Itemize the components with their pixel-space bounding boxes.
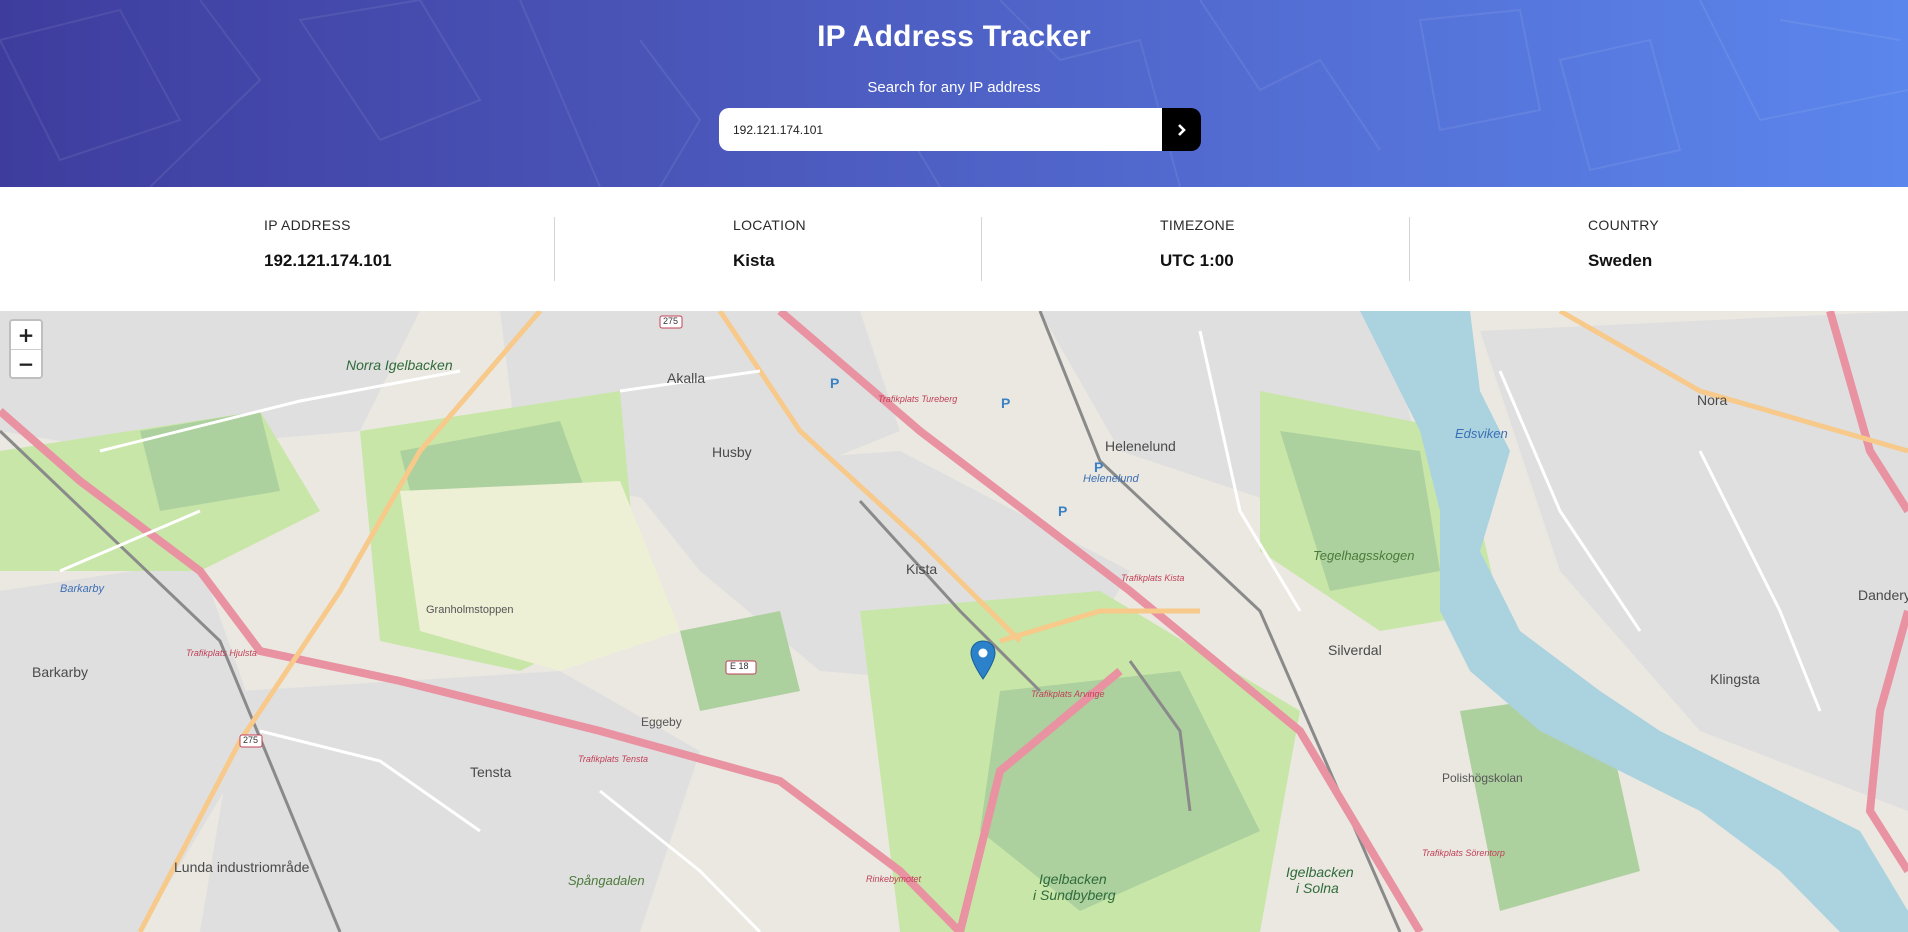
- map-label: Trafikplats Kista: [1121, 573, 1185, 583]
- map-label: i Sundbyberg: [1033, 887, 1116, 903]
- map-label: Edsviken: [1455, 426, 1508, 441]
- map-label: Eggeby: [641, 715, 682, 729]
- map-view[interactable]: P P P P Akalla Husby Kista Helenelund He…: [0, 311, 1908, 932]
- timezone-section: TIMEZONE UTC 1:00: [1160, 217, 1235, 271]
- map-label: Tensta: [470, 764, 512, 780]
- page-subtitle: Search for any IP address: [867, 79, 1041, 96]
- map-label: Trafikplats Tureberg: [878, 394, 958, 404]
- map-label: Nora: [1697, 392, 1728, 408]
- location-value: Kista: [733, 251, 775, 270]
- chevron-right-icon: [1177, 123, 1186, 136]
- map-label: Husby: [712, 444, 752, 460]
- map-label: Trafikplats Tensta: [578, 754, 649, 764]
- timezone-label: TIMEZONE: [1160, 217, 1235, 233]
- map-label: Polishögskolan: [1442, 771, 1523, 785]
- map-label: Barkarby: [60, 583, 105, 595]
- country-section: COUNTRY Sweden: [1588, 217, 1659, 271]
- zoom-in-button[interactable]: +: [11, 321, 41, 349]
- page-title: IP Address Tracker: [817, 20, 1091, 53]
- map-label: Granholmstoppen: [426, 604, 514, 616]
- map-label: i Solna: [1296, 880, 1339, 896]
- road-shield-label: 275: [663, 316, 679, 326]
- map-label: Trafikplats Arvinge: [1031, 689, 1105, 699]
- map-label: Barkarby: [32, 664, 89, 680]
- road-shield-label: E 18: [730, 661, 749, 671]
- map-label: Helenelund: [1083, 473, 1139, 485]
- search-form: [719, 108, 1201, 151]
- map-label: Silverdal: [1328, 642, 1382, 658]
- map-label: Akalla: [667, 370, 706, 386]
- map-label: Rinkebymotet: [866, 874, 922, 884]
- zoom-out-button[interactable]: −: [11, 349, 41, 377]
- header-banner: IP Address Tracker Search for any IP add…: [0, 0, 1908, 187]
- svg-text:P: P: [830, 375, 839, 391]
- svg-text:P: P: [1058, 503, 1067, 519]
- ip-info-panel: IP ADDRESS 192.121.174.101 LOCATION Kist…: [0, 187, 1908, 311]
- location-pin-icon[interactable]: [970, 640, 996, 680]
- zoom-control: + −: [9, 319, 43, 379]
- ip-address-section: IP ADDRESS 192.121.174.101: [264, 217, 392, 271]
- map-label: Trafikplats Hjulsta: [186, 648, 257, 658]
- road-shield-label: 275: [243, 735, 259, 745]
- location-label: LOCATION: [733, 217, 806, 233]
- svg-text:P: P: [1001, 395, 1010, 411]
- map-label: Spångadalen: [568, 873, 645, 888]
- divider: [981, 217, 982, 281]
- map-label: Danderyd: [1858, 587, 1908, 603]
- divider: [554, 217, 555, 281]
- map-tiles: P P P P: [0, 311, 1908, 932]
- ip-search-input[interactable]: [719, 108, 1162, 151]
- timezone-value: UTC 1:00: [1160, 251, 1234, 270]
- map-label: Norra Igelbacken: [346, 357, 453, 373]
- map-label: Kista: [906, 561, 938, 577]
- map-label: Trafikplats Sörentorp: [1422, 848, 1505, 858]
- map-label: Tegelhagsskogen: [1313, 548, 1415, 563]
- map-label: Lunda industriområde: [174, 859, 310, 875]
- map-label: Igelbacken: [1286, 864, 1354, 880]
- map-label: Klingsta: [1710, 671, 1760, 687]
- map-label: Igelbacken: [1039, 871, 1107, 887]
- country-value: Sweden: [1588, 251, 1653, 270]
- search-submit-button[interactable]: [1162, 108, 1201, 151]
- location-section: LOCATION Kista: [733, 217, 806, 271]
- map-label: Helenelund: [1105, 438, 1176, 454]
- country-label: COUNTRY: [1588, 217, 1660, 233]
- ip-address-label: IP ADDRESS: [264, 217, 351, 233]
- divider: [1409, 217, 1410, 281]
- ip-address-value: 192.121.174.101: [264, 251, 392, 270]
